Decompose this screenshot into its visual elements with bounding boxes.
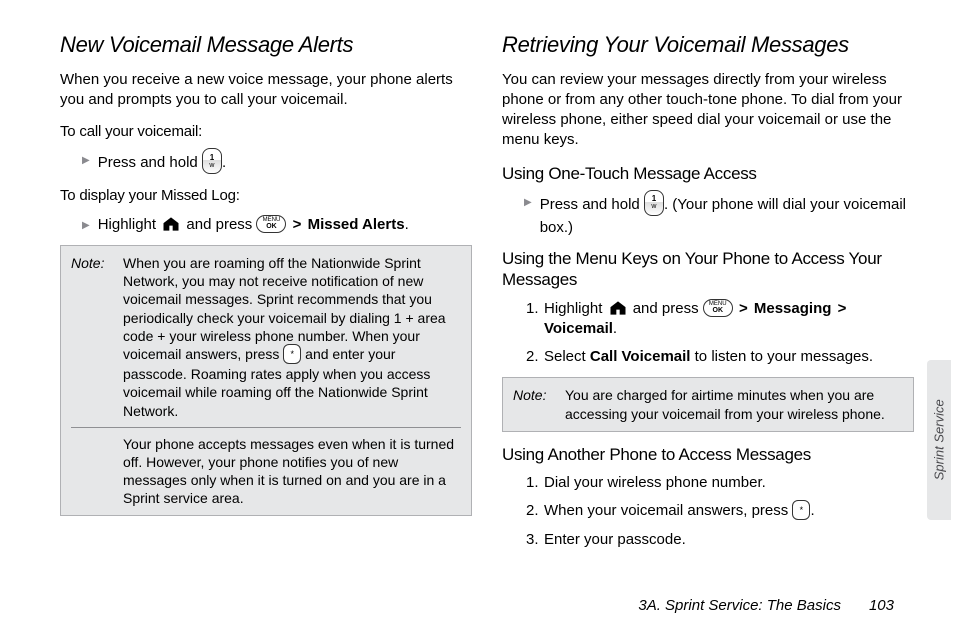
step-1: Highlight and press MENUOK > Messaging >…	[526, 299, 914, 340]
text: .	[613, 320, 617, 337]
separator: >	[293, 216, 302, 233]
one-key-icon: 1w	[644, 190, 664, 216]
subhead-menukeys: Using the Menu Keys on Your Phone to Acc…	[502, 248, 914, 291]
text: Press and hold	[98, 154, 202, 171]
text: to listen to your messages.	[690, 348, 873, 365]
page-content: New Voicemail Message Alerts When you re…	[0, 0, 954, 570]
triangle-bullet-icon: ▶	[524, 196, 532, 210]
one-key-icon: 1w	[202, 148, 222, 174]
page-footer: 3A. Sprint Service: The Basics 103	[638, 596, 894, 616]
text: When your voicemail answers, press	[544, 502, 792, 519]
note-text: When you are roaming off the Nationwide …	[123, 254, 461, 420]
triangle-bullet-icon: ▶	[82, 219, 90, 233]
bullet-text: Press and hold 1w.	[98, 150, 226, 176]
call-voicemail-label: Call Voicemail	[590, 348, 691, 365]
step-1: Dial your wireless phone number.	[526, 473, 914, 493]
text: and press	[633, 300, 703, 317]
note-label: Note:	[513, 386, 565, 422]
note-label-empty	[71, 435, 123, 508]
home-icon	[160, 215, 182, 233]
menu-ok-key-icon: MENUOK	[703, 299, 733, 317]
note-text: You are charged for airtime minutes when…	[565, 386, 903, 422]
right-column: Retrieving Your Voicemail Messages You c…	[502, 30, 914, 560]
note-row-1: Note: When you are roaming off the Natio…	[61, 254, 471, 420]
step-3: Enter your passcode.	[526, 530, 914, 550]
note-label: Note:	[71, 254, 123, 420]
key-bottom: w	[209, 162, 214, 169]
missed-alerts-label: Missed Alerts	[308, 216, 405, 233]
bullet-text: Press and hold 1w. (Your phone will dial…	[540, 192, 914, 238]
steps-another-phone: Dial your wireless phone number. When yo…	[526, 473, 914, 550]
separator: >	[739, 300, 748, 317]
text: Select	[544, 348, 590, 365]
bullet-text: Highlight and press MENUOK > Missed Aler…	[98, 215, 409, 235]
subhead-another-phone: Using Another Phone to Access Messages	[502, 444, 914, 465]
step-2: Select Call Voicemail to listen to your …	[526, 347, 914, 367]
note-row-2: Your phone accepts messages even when it…	[61, 435, 471, 508]
note-box: Note: When you are roaming off the Natio…	[60, 245, 472, 517]
menu-ok-key-icon: MENUOK	[256, 215, 286, 233]
steps-menukeys: Highlight and press MENUOK > Messaging >…	[526, 299, 914, 368]
messaging-label: Messaging	[754, 300, 832, 317]
step-2: When your voicemail answers, press *.	[526, 501, 914, 521]
left-subhead-missed: To display your Missed Log:	[60, 186, 472, 206]
note-box-right: Note: You are charged for airtime minute…	[502, 377, 914, 431]
text: Highlight	[98, 216, 161, 233]
side-tab-label: Sprint Service	[930, 400, 948, 481]
bullet-highlight: ▶ Highlight and press MENUOK > Missed Al…	[82, 215, 472, 235]
triangle-bullet-icon: ▶	[82, 154, 90, 168]
note-divider	[71, 427, 461, 428]
right-intro: You can review your messages directly fr…	[502, 70, 914, 151]
left-intro: When you receive a new voice message, yo…	[60, 70, 472, 111]
note-row: Note: You are charged for airtime minute…	[503, 386, 913, 422]
left-subhead-call: To call your voicemail:	[60, 122, 472, 142]
left-heading: New Voicemail Message Alerts	[60, 30, 472, 60]
key-top: 1	[210, 154, 214, 162]
text: Press and hold	[540, 196, 644, 213]
star-glyph: *	[291, 350, 295, 359]
bullet-onetouch: ▶ Press and hold 1w. (Your phone will di…	[524, 192, 914, 238]
text: Highlight	[544, 300, 607, 317]
page-number: 103	[869, 596, 894, 616]
key-bottom: w	[651, 203, 656, 210]
home-icon	[607, 299, 629, 317]
key-top: 1	[652, 195, 656, 203]
text: .	[810, 502, 814, 519]
key-bottom: OK	[266, 223, 277, 230]
separator: >	[838, 300, 847, 317]
key-bottom: OK	[713, 307, 724, 314]
text: and press	[186, 216, 256, 233]
right-heading: Retrieving Your Voicemail Messages	[502, 30, 914, 60]
star-key-icon: *	[792, 500, 810, 520]
star-glyph: *	[800, 506, 804, 515]
side-tab: Sprint Service	[927, 360, 951, 520]
star-key-icon: *	[283, 344, 301, 364]
left-column: New Voicemail Message Alerts When you re…	[60, 30, 472, 560]
text: .	[222, 154, 226, 171]
note-text: Your phone accepts messages even when it…	[123, 435, 461, 508]
footer-section: 3A. Sprint Service: The Basics	[638, 596, 841, 616]
voicemail-label: Voicemail	[544, 320, 613, 337]
bullet-press-hold: ▶ Press and hold 1w.	[82, 150, 472, 176]
text: .	[405, 216, 409, 233]
subhead-onetouch: Using One-Touch Message Access	[502, 163, 914, 184]
